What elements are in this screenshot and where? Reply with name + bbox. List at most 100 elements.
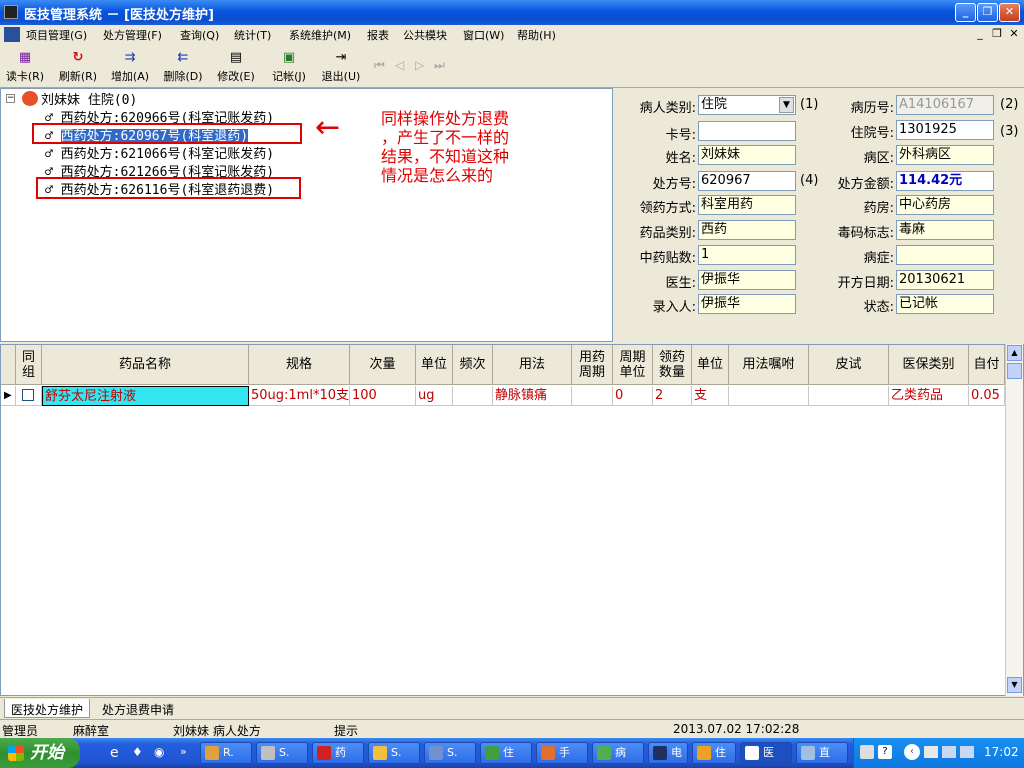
scroll-down-icon[interactable]: ▼ [1007, 677, 1022, 693]
record-no-field[interactable]: A14106167 [896, 95, 994, 115]
prev-record-icon[interactable]: ◁ [395, 58, 404, 72]
cycle-cell[interactable] [572, 386, 613, 406]
frequency-cell[interactable] [453, 386, 493, 406]
grid-scrollbar[interactable]: ▲ ▼ [1005, 344, 1023, 696]
collapse-icon[interactable]: − [6, 94, 15, 103]
tab-prescription-maintenance[interactable]: 医技处方维护 [4, 699, 91, 718]
column-header[interactable]: 频次 [453, 345, 493, 385]
self-pay-cell[interactable]: 0.05 [969, 386, 1005, 406]
network-icon[interactable] [960, 746, 974, 758]
network-icon[interactable] [942, 746, 956, 758]
column-header[interactable]: 单位 [416, 345, 453, 385]
restore-button[interactable]: ❐ [977, 3, 998, 22]
taskbar-item[interactable]: 病 [592, 742, 644, 764]
keyboard-icon[interactable] [860, 745, 874, 759]
drug-name-cell[interactable]: 舒芬太尼注射液 [42, 386, 249, 406]
column-header[interactable]: 周期 单位 [613, 345, 653, 385]
ie-icon[interactable]: e [110, 745, 126, 761]
taskbar-item[interactable]: R. [200, 742, 252, 764]
read-card-button[interactable]: ▦ 读卡(R) [2, 50, 48, 86]
menu-query[interactable]: 查询(Q) [180, 27, 219, 43]
unit-cell[interactable]: ug [416, 386, 453, 406]
add-button[interactable]: ⇉ 增加(A) [107, 50, 153, 86]
usage-cell[interactable]: 静脉镇痛 [493, 386, 572, 406]
column-header[interactable]: 用法嘱咐 [729, 345, 809, 385]
mdi-restore-button[interactable]: ❐ [989, 27, 1005, 41]
tree-item[interactable]: ♂ 西药处方:621066号(科室记账发药) [45, 143, 274, 162]
scroll-up-icon[interactable]: ▲ [1007, 345, 1022, 361]
delete-button[interactable]: ⇇ 删除(D) [160, 50, 206, 86]
rx-no-field[interactable]: 620967 [698, 171, 796, 191]
column-header[interactable]: 医保类别 [889, 345, 969, 385]
mail-icon[interactable] [924, 746, 938, 758]
menu-help[interactable]: 帮助(H) [517, 27, 556, 43]
mdi-close-button[interactable]: ✕ [1006, 27, 1022, 41]
quicklaunch-icon[interactable]: ◉ [154, 745, 170, 761]
spec-cell[interactable]: 50ug:1ml*10支 [249, 386, 350, 406]
last-record-icon[interactable]: ⏭ [434, 58, 445, 73]
doctor-field[interactable]: 伊振华 [698, 270, 796, 290]
column-header[interactable]: 单位 [692, 345, 729, 385]
collect-method-field[interactable]: 科室用药 [698, 195, 796, 215]
menu-stats[interactable]: 统计(T) [234, 27, 271, 43]
instruction-cell[interactable] [729, 386, 809, 406]
taskbar-item[interactable]: S. [368, 742, 420, 764]
column-header[interactable]: 自付 [969, 345, 1005, 385]
start-button[interactable]: 开始 [0, 738, 80, 768]
taskbar-item-active[interactable]: 医 [740, 742, 792, 764]
close-button[interactable]: ✕ [999, 3, 1020, 22]
qty-unit-cell[interactable]: 支 [692, 386, 729, 406]
taskbar-item[interactable]: 电 [648, 742, 688, 764]
cycle-unit-cell[interactable]: 0 [613, 386, 653, 406]
column-header[interactable]: 次量 [350, 345, 416, 385]
column-header[interactable]: 规格 [249, 345, 350, 385]
column-header[interactable]: 皮试 [809, 345, 889, 385]
taskbar-item[interactable]: 手 [536, 742, 588, 764]
tree-root[interactable]: 刘妹妹 住院(0) [41, 89, 137, 108]
taskbar-item[interactable]: S. [256, 742, 308, 764]
scroll-thumb[interactable] [1007, 363, 1022, 379]
name-field[interactable]: 刘妹妹 [698, 145, 796, 165]
admission-no-field[interactable]: 1301925 [896, 120, 994, 140]
minimize-button[interactable]: _ [955, 3, 976, 22]
menu-window[interactable]: 窗口(W) [463, 27, 504, 43]
mdi-minimize-button[interactable]: _ [972, 27, 988, 41]
edit-button[interactable]: ▤ 修改(E) [213, 50, 259, 86]
patient-type-select[interactable]: 住院 ▼ [698, 95, 796, 115]
condition-field[interactable] [896, 245, 994, 265]
menu-project[interactable]: 项目管理(G) [26, 27, 87, 43]
entered-by-field[interactable]: 伊振华 [698, 294, 796, 314]
quicklaunch-icon[interactable]: ♦ [132, 745, 148, 761]
first-record-icon[interactable]: ⏮ [374, 58, 385, 73]
column-header[interactable]: 同 组 [16, 345, 42, 385]
skin-test-cell[interactable] [809, 386, 889, 406]
pharmacy-field[interactable]: 中心药房 [896, 195, 994, 215]
card-no-field[interactable] [698, 121, 796, 141]
rx-date-field[interactable]: 20130621 [896, 270, 994, 290]
rx-amount-field[interactable]: 114.42元 [896, 171, 994, 191]
exit-button[interactable]: ⇥ 退出(U) [318, 50, 364, 86]
taskbar-item[interactable]: 住 [480, 742, 532, 764]
next-record-icon[interactable]: ▷ [415, 58, 424, 72]
menu-report[interactable]: 报表 [367, 27, 389, 43]
ward-field[interactable]: 外科病区 [896, 145, 994, 165]
menu-prescription[interactable]: 处方管理(F) [103, 27, 162, 43]
quantity-cell[interactable]: 2 [653, 386, 692, 406]
account-button[interactable]: ▣ 记帐(J) [266, 50, 312, 86]
column-header[interactable]: 用法 [493, 345, 572, 385]
drug-category-field[interactable]: 西药 [698, 220, 796, 240]
insurance-cell[interactable]: 乙类药品 [889, 386, 969, 406]
taskbar-item[interactable]: S. [424, 742, 476, 764]
status-field[interactable]: 已记帐 [896, 294, 994, 314]
narcotic-flag-field[interactable]: 毒麻 [896, 220, 994, 240]
quicklaunch-more-icon[interactable]: » [180, 745, 187, 758]
taskbar-item[interactable]: 住 [692, 742, 736, 764]
tray-expand-icon[interactable]: ‹ [904, 744, 920, 760]
refresh-button[interactable]: ↻ 刷新(R) [55, 50, 101, 86]
column-header[interactable]: 用药 周期 [572, 345, 613, 385]
column-header[interactable]: 领药 数量 [653, 345, 692, 385]
dose-cell[interactable]: 100 [350, 386, 416, 406]
tab-refund-request[interactable]: 处方退费申请 [96, 699, 180, 718]
dropdown-arrow-icon[interactable]: ▼ [779, 97, 794, 113]
column-header[interactable]: 药品名称 [42, 345, 249, 385]
